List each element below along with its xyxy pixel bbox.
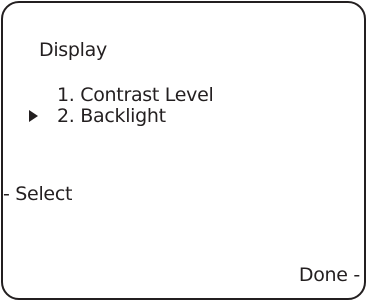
display-menu: 1. Contrast Level 2. Backlight xyxy=(29,84,214,127)
screen-title: Display xyxy=(39,39,107,61)
selection-cursor-icon xyxy=(29,110,38,122)
phone-display-screen: Display 1. Contrast Level 2. Backlight -… xyxy=(1,1,366,300)
menu-item-label: 2. Backlight xyxy=(57,105,166,127)
menu-item-label: 1. Contrast Level xyxy=(57,84,214,106)
done-softkey[interactable]: Done - xyxy=(299,264,360,286)
select-softkey[interactable]: - Select xyxy=(3,183,72,205)
menu-item-backlight[interactable]: 2. Backlight xyxy=(29,105,213,127)
menu-item-contrast-level[interactable]: 1. Contrast Level xyxy=(57,84,214,106)
